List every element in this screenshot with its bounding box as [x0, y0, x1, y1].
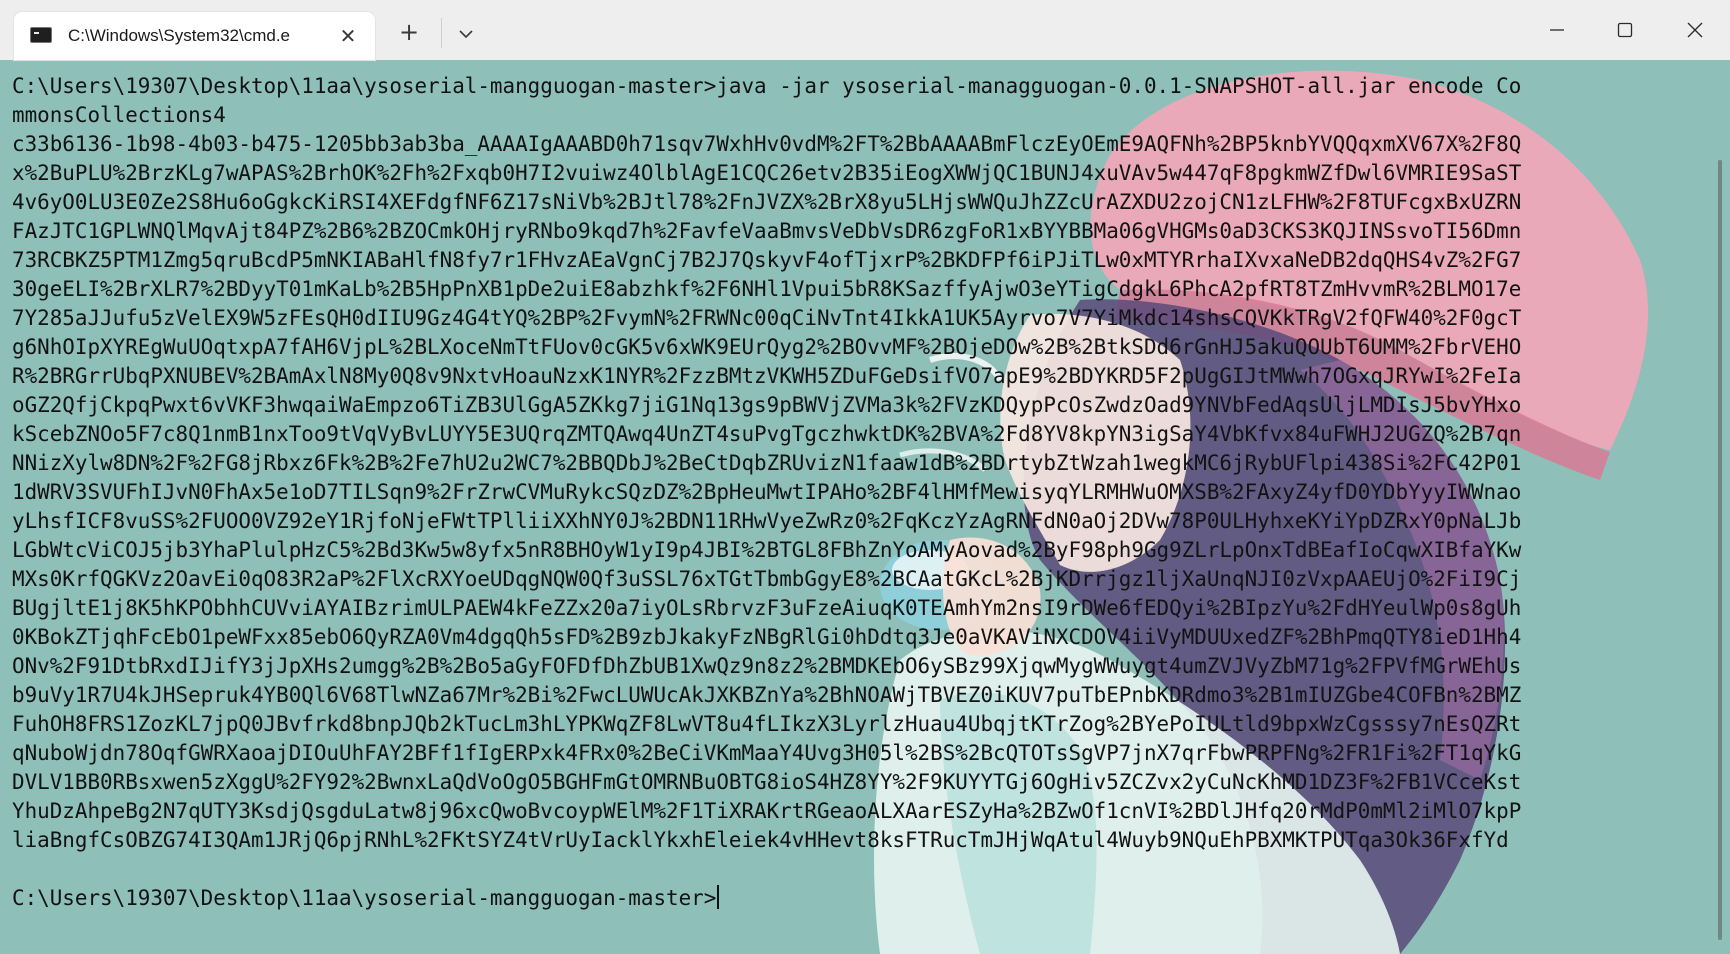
tab-dropdown-button[interactable]: [450, 18, 482, 50]
minimize-icon: [1550, 29, 1564, 31]
output-line: DVLV1BB0RBsxwen5zXggU%2FY92%2BwnxLaQdVoO…: [12, 770, 1522, 794]
command-line-wrap: mmonsCollections4: [12, 103, 226, 127]
minimize-button[interactable]: [1524, 0, 1590, 60]
output-line: 1dWRV3SVUFhIJvN0FhAx5e1oD7TILSqn9%2FrZrw…: [12, 480, 1522, 504]
output-line: BUgjltE1j8K5hKPObhhCUVviAYAIBzrimULPAEW4…: [12, 596, 1522, 620]
output-line: liaBngfCsOBZG74I3QAm1JRjQ6pjRNhL%2FKtSYZ…: [12, 828, 1509, 852]
output-line: YhuDzAhpeBg2N7qUTY3KsdjQsgduLatw8j96xcQw…: [12, 799, 1522, 823]
output-line: oGZ2QfjCkpqPwxt6vVKF3hwqaiWaEmpzo6TiZB3U…: [12, 393, 1522, 417]
tab-cmd[interactable]: C:\Windows\System32\cmd.e ✕: [14, 12, 375, 60]
output-line: x%2BuPLU%2BrzKLg7wAPAS%2BrhOK%2Fh%2Fxqb0…: [12, 161, 1522, 185]
output-line: MXs0KrfQGKVz2OavEi0qO83R2aP%2FlXcRXYoeUD…: [12, 567, 1522, 591]
new-tab-button[interactable]: +: [393, 16, 425, 48]
output-line: c33b6136-1b98-4b03-b475-1205bb3ab3ba_AAA…: [12, 132, 1522, 156]
output-line: LGbWtcViCOJ5jb3YhaPlulpHzC5%2Bd3Kw5w8yfx…: [12, 538, 1522, 562]
terminal-icon: [30, 27, 52, 43]
output-line: 4v6yO0LU3E0Ze2S8Hu6oGgkcKiRSI4XEFdgfNF6Z…: [12, 190, 1522, 214]
output-line: kScebZNOo5F7c8Q1nmB1nxToo9tVqVyBvLUYY5E3…: [12, 422, 1522, 446]
output-line: 7Y285aJJufu5zVelEX9W5zFEsQH0dIIU9Gz4G4tY…: [12, 306, 1522, 330]
output-line: 0KBokZTjqhFcEbO1peWFxx85ebO6QyRZA0Vm4dgq…: [12, 625, 1522, 649]
output-line: FuhOH8FRS1ZozKL7jpQ0JBvfrkd8bnpJQb2kTucL…: [12, 712, 1522, 736]
close-icon: [1687, 22, 1703, 38]
close-tab-icon[interactable]: ✕: [334, 22, 362, 50]
output-line: g6NhOIpXYREgWuUOqtxpA7fAH6VjpL%2BLXoceNm…: [12, 335, 1522, 359]
output-line: R%2BRGrrUbqPXNUBEV%2BAmAxlN8My0Q8v9NxtvH…: [12, 364, 1522, 388]
terminal-area[interactable]: C:\Users\19307\Desktop\11aa\ysoserial-ma…: [0, 60, 1730, 954]
tab-divider: [441, 18, 442, 48]
output-line: FAzJTC1GPLWNQlMqvAjt84PZ%2B6%2BZOCmkOHjr…: [12, 219, 1522, 243]
terminal-output: C:\Users\19307\Desktop\11aa\ysoserial-ma…: [12, 72, 1712, 913]
title-bar[interactable]: C:\Windows\System32\cmd.e ✕ +: [0, 0, 1730, 60]
output-line: b9uVy1R7U4kJHSepruk4YB0Ql6V68TlwNZa67Mr%…: [12, 683, 1522, 707]
output-line: NNizXylw8DN%2F%2FG8jRbxz6Fk%2B%2Fe7hU2u2…: [12, 451, 1522, 475]
chevron-down-icon: [459, 30, 473, 39]
output-line: 30geELI%2BrXLR7%2BDyyT01mKaLb%2B5HpPnXB1…: [12, 277, 1522, 301]
output-line: qNuboWjdn78OqfGWRXaoajDIOuUhFAY2BFf1fIgE…: [12, 741, 1522, 765]
text-cursor: [717, 885, 720, 909]
output-line: 73RCBKZ5PTM1Zmg5qruBcdP5mNKIABaHlfN8fy7r…: [12, 248, 1522, 272]
tab-title: C:\Windows\System32\cmd.e: [68, 26, 291, 45]
maximize-button[interactable]: [1592, 0, 1658, 60]
terminal-window: C:\Windows\System32\cmd.e ✕ + C:\Users\1…: [0, 0, 1730, 954]
command-line: C:\Users\19307\Desktop\11aa\ysoserial-ma…: [12, 74, 1522, 98]
prompt[interactable]: C:\Users\19307\Desktop\11aa\ysoserial-ma…: [12, 886, 716, 910]
close-window-button[interactable]: [1662, 0, 1728, 60]
maximize-icon: [1617, 22, 1633, 38]
output-line: ONv%2F91DtbRxdIJifY3jJpXHs2umgg%2B%2Bo5a…: [12, 654, 1522, 678]
output-line: yLhsfICF8vuSS%2FUOO0VZ92eY1RjfoNjeFWtTPl…: [12, 509, 1522, 533]
vertical-scrollbar[interactable]: [1718, 160, 1722, 940]
